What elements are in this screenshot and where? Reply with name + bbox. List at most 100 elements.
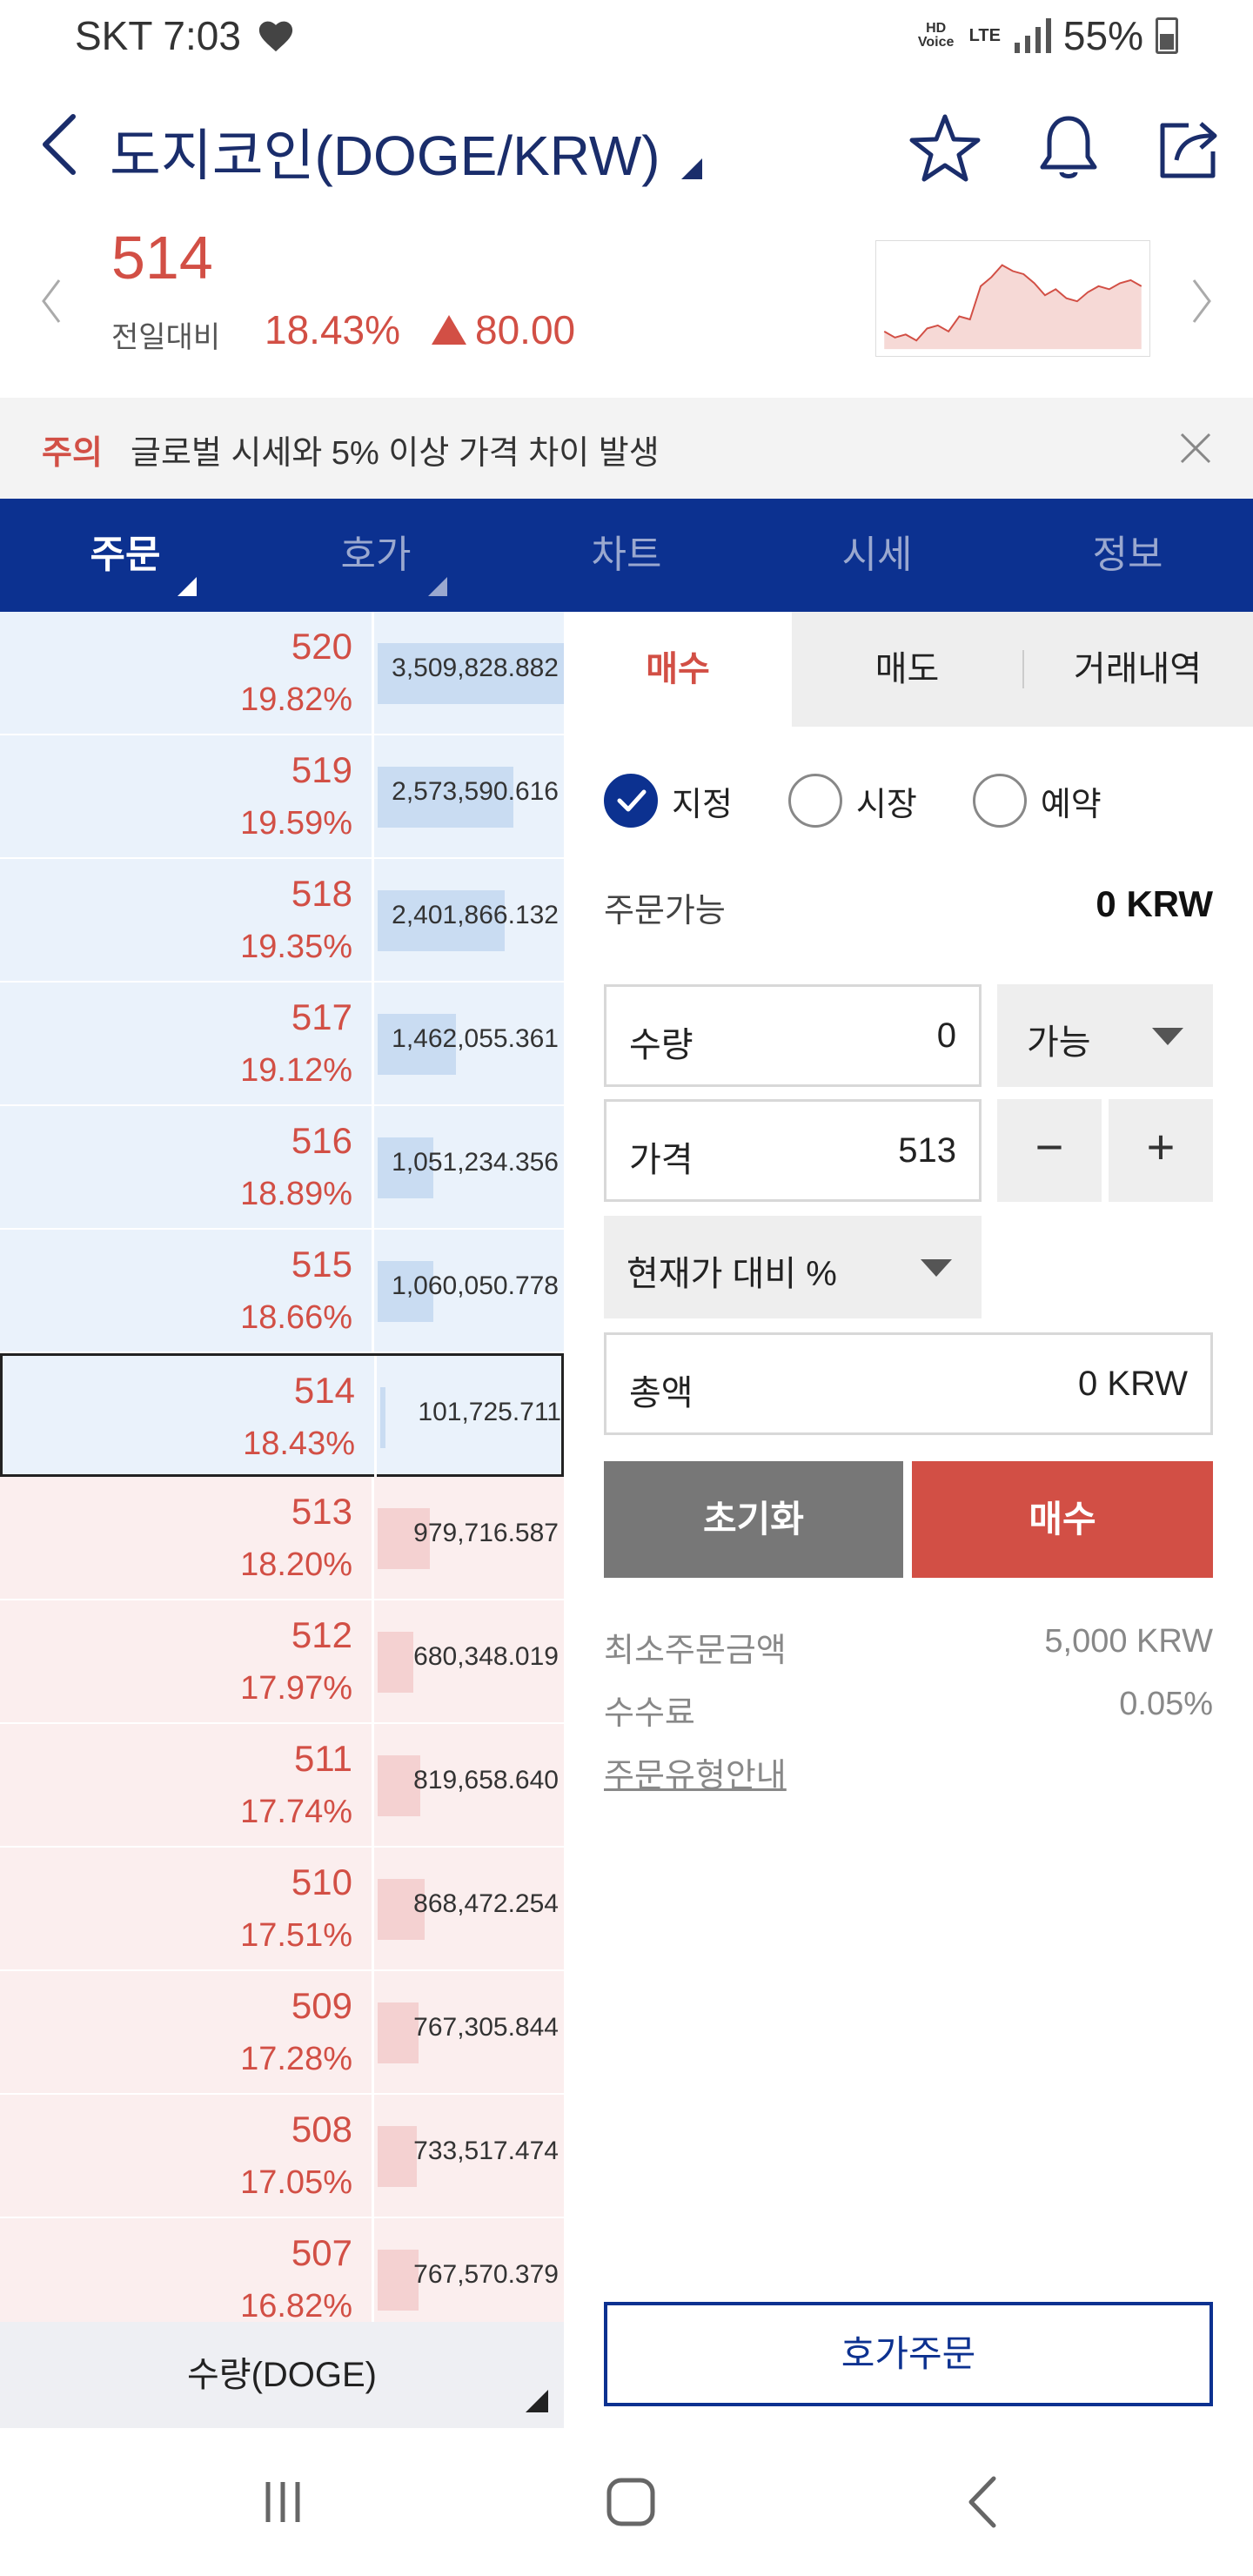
radio-market[interactable]: 시장: [787, 774, 917, 828]
tab-hoga[interactable]: 호가: [251, 499, 501, 612]
orderbook-row[interactable]: 509 17.28% 767,305.844: [0, 1971, 564, 2095]
orderbook-row[interactable]: 508 17.05% 733,517.474: [0, 2095, 564, 2218]
orderbook-volume-cell[interactable]: 680,348.019: [378, 1600, 564, 1722]
hoga-order-button[interactable]: 호가주문: [604, 2302, 1213, 2406]
orderbook-volume-cell[interactable]: 868,472.254: [378, 1848, 564, 1969]
orderbook-price-cell[interactable]: 511 17.74%: [0, 1724, 374, 1846]
orderbook-row[interactable]: 513 18.20% 979,716.587: [0, 1477, 564, 1600]
tab-info[interactable]: 정보: [1002, 499, 1253, 612]
coin-title[interactable]: 도지코인(DOGE/KRW): [110, 111, 702, 191]
radio-reserve[interactable]: 예약: [972, 774, 1102, 828]
orderbook-volume-cell[interactable]: 1,051,234.356: [378, 1106, 564, 1228]
orderbook-price-cell[interactable]: 517 19.12%: [0, 983, 374, 1104]
orderbook-row[interactable]: 516 18.89% 1,051,234.356: [0, 1106, 564, 1230]
orderbook-volume-cell[interactable]: 819,658.640: [378, 1724, 564, 1846]
volume-bar: [378, 2002, 419, 2063]
orderbook-volume: 979,716.587: [413, 1519, 559, 1547]
orderbook-volume-cell[interactable]: 2,401,866.132: [378, 859, 564, 981]
quantity-input[interactable]: 수량 0: [604, 984, 982, 1087]
tab-quote[interactable]: 시세: [752, 499, 1002, 612]
fee-row: 수수료 0.05%: [604, 1686, 1213, 1734]
orderbook-price-cell[interactable]: 507 16.82%: [0, 2218, 374, 2322]
price-plus-button[interactable]: +: [1109, 1099, 1213, 1202]
orderbook[interactable]: 520 19.82% 3,509,828.882 519 19.59% 2,573,590…: [0, 612, 564, 2322]
orderbook-volume-cell[interactable]: 3,509,828.882: [378, 612, 564, 734]
total-label: 총액: [629, 1374, 694, 1412]
reset-button[interactable]: 초기화: [604, 1461, 903, 1578]
orderbook-row[interactable]: 520 19.82% 3,509,828.882: [0, 612, 564, 735]
orderbook-row[interactable]: 517 19.12% 1,462,055.361: [0, 983, 564, 1106]
orderbook-price-cell[interactable]: 510 17.51%: [0, 1848, 374, 1969]
home-icon[interactable]: [592, 2463, 670, 2541]
orderbook-volume-cell[interactable]: 767,570.379: [378, 2218, 564, 2322]
status-left: SKT 7:03: [75, 12, 295, 59]
previous-coin-icon[interactable]: [38, 275, 64, 327]
orderbook-row-current[interactable]: 514 18.43% 101,725.711: [0, 1353, 564, 1478]
order-panel: 매수 매도 거래내역 지정 시장 예약 주문가능 0 KRW 수량 0 가능 가…: [564, 612, 1253, 2428]
recent-apps-icon[interactable]: [244, 2463, 322, 2541]
price-input[interactable]: 가격 513: [604, 1099, 982, 1202]
orderbook-row[interactable]: 511 17.74% 819,658.640: [0, 1724, 564, 1848]
orderbook-row[interactable]: 512 17.97% 680,348.019: [0, 1600, 564, 1724]
coin-title-text: 도지코인(DOGE/KRW): [110, 124, 660, 187]
radio-limit[interactable]: 지정: [604, 774, 733, 828]
volume-bar: [380, 1387, 385, 1448]
back-nav-icon[interactable]: [945, 2463, 1023, 2541]
orderbook-volume-cell[interactable]: 767,305.844: [378, 1971, 564, 2093]
back-icon[interactable]: [35, 110, 87, 179]
orderbook-price-cell[interactable]: 512 17.97%: [0, 1600, 374, 1722]
next-coin-icon[interactable]: [1189, 275, 1215, 327]
orderbook-volume-cell[interactable]: 101,725.711: [380, 1356, 564, 1478]
orderbook-price-cell[interactable]: 518 19.35%: [0, 859, 374, 981]
total-input[interactable]: 총액 0 KRW: [604, 1332, 1213, 1435]
orderbook-row[interactable]: 518 19.35% 2,401,866.132: [0, 859, 564, 983]
orderbook-volume-cell[interactable]: 733,517.474: [378, 2095, 564, 2217]
tab-sell[interactable]: 매도: [792, 612, 1022, 727]
orderbook-percent: 17.05%: [240, 2164, 352, 2201]
price-label: 가격: [629, 1141, 694, 1179]
orderbook-price-cell[interactable]: 519 19.59%: [0, 735, 374, 857]
orderbook-price-cell[interactable]: 515 18.66%: [0, 1230, 374, 1352]
corner-dropdown-icon: [526, 2390, 548, 2412]
tab-chart[interactable]: 차트: [501, 499, 752, 612]
tab-buy[interactable]: 매수: [564, 612, 792, 727]
orderbook-row[interactable]: 507 16.82% 767,570.379: [0, 2218, 564, 2322]
mini-price-chart[interactable]: [875, 240, 1150, 357]
order-type-guide-link[interactable]: 주문유형안내: [604, 1748, 787, 1796]
orderbook-percent: 18.66%: [240, 1299, 352, 1336]
orderbook-volume-cell[interactable]: 1,060,050.778: [378, 1230, 564, 1352]
orderbook-price-cell[interactable]: 513 18.20%: [0, 1477, 374, 1599]
tab-order[interactable]: 주문: [0, 499, 251, 612]
fee-value: 0.05%: [1119, 1686, 1213, 1722]
orderbook-volume-cell[interactable]: 979,716.587: [378, 1477, 564, 1599]
close-icon[interactable]: [1176, 429, 1215, 467]
bell-icon[interactable]: [1032, 111, 1105, 184]
battery-icon: [1156, 17, 1178, 54]
radio-limit-label: 지정: [672, 786, 733, 823]
orderbook-volume-cell[interactable]: 2,573,590.616: [378, 735, 564, 857]
lte-indicator: LTE: [968, 26, 1001, 45]
star-icon[interactable]: [908, 111, 982, 184]
buy-button[interactable]: 매수: [912, 1461, 1213, 1578]
orderbook-price-cell[interactable]: 508 17.05%: [0, 2095, 374, 2217]
radio-unchecked-icon: [787, 774, 842, 828]
orderbook-row[interactable]: 519 19.59% 2,573,590.616: [0, 735, 564, 859]
order-sub-tabs: 매수 매도 거래내역: [564, 612, 1253, 727]
orderbook-price-cell[interactable]: 514 18.43%: [3, 1356, 377, 1478]
percent-select[interactable]: 현재가 대비 %: [604, 1216, 982, 1318]
price-minus-button[interactable]: −: [997, 1099, 1102, 1202]
quantity-unit-selector[interactable]: 수량(DOGE): [0, 2322, 564, 2428]
price-warning-notice: 주의 글로벌 시세와 5% 이상 가격 차이 발생: [0, 398, 1253, 499]
orderbook-row[interactable]: 510 17.51% 868,472.254: [0, 1848, 564, 1971]
orderbook-row[interactable]: 515 18.66% 1,060,050.778: [0, 1230, 564, 1353]
orderbook-volume-cell[interactable]: 1,462,055.361: [378, 983, 564, 1104]
orderbook-price-cell[interactable]: 516 18.89%: [0, 1106, 374, 1228]
orderbook-price-cell[interactable]: 509 17.28%: [0, 1971, 374, 2093]
orderbook-volume: 819,658.640: [413, 1766, 559, 1794]
min-order-row: 최소주문금액 5,000 KRW: [604, 1623, 1213, 1671]
tab-history[interactable]: 거래내역: [1022, 612, 1253, 727]
orderbook-price-cell[interactable]: 520 19.82%: [0, 612, 374, 734]
share-icon[interactable]: [1154, 111, 1227, 184]
orderbook-price: 518: [291, 873, 352, 914]
quantity-option-select[interactable]: 가능: [997, 984, 1213, 1087]
